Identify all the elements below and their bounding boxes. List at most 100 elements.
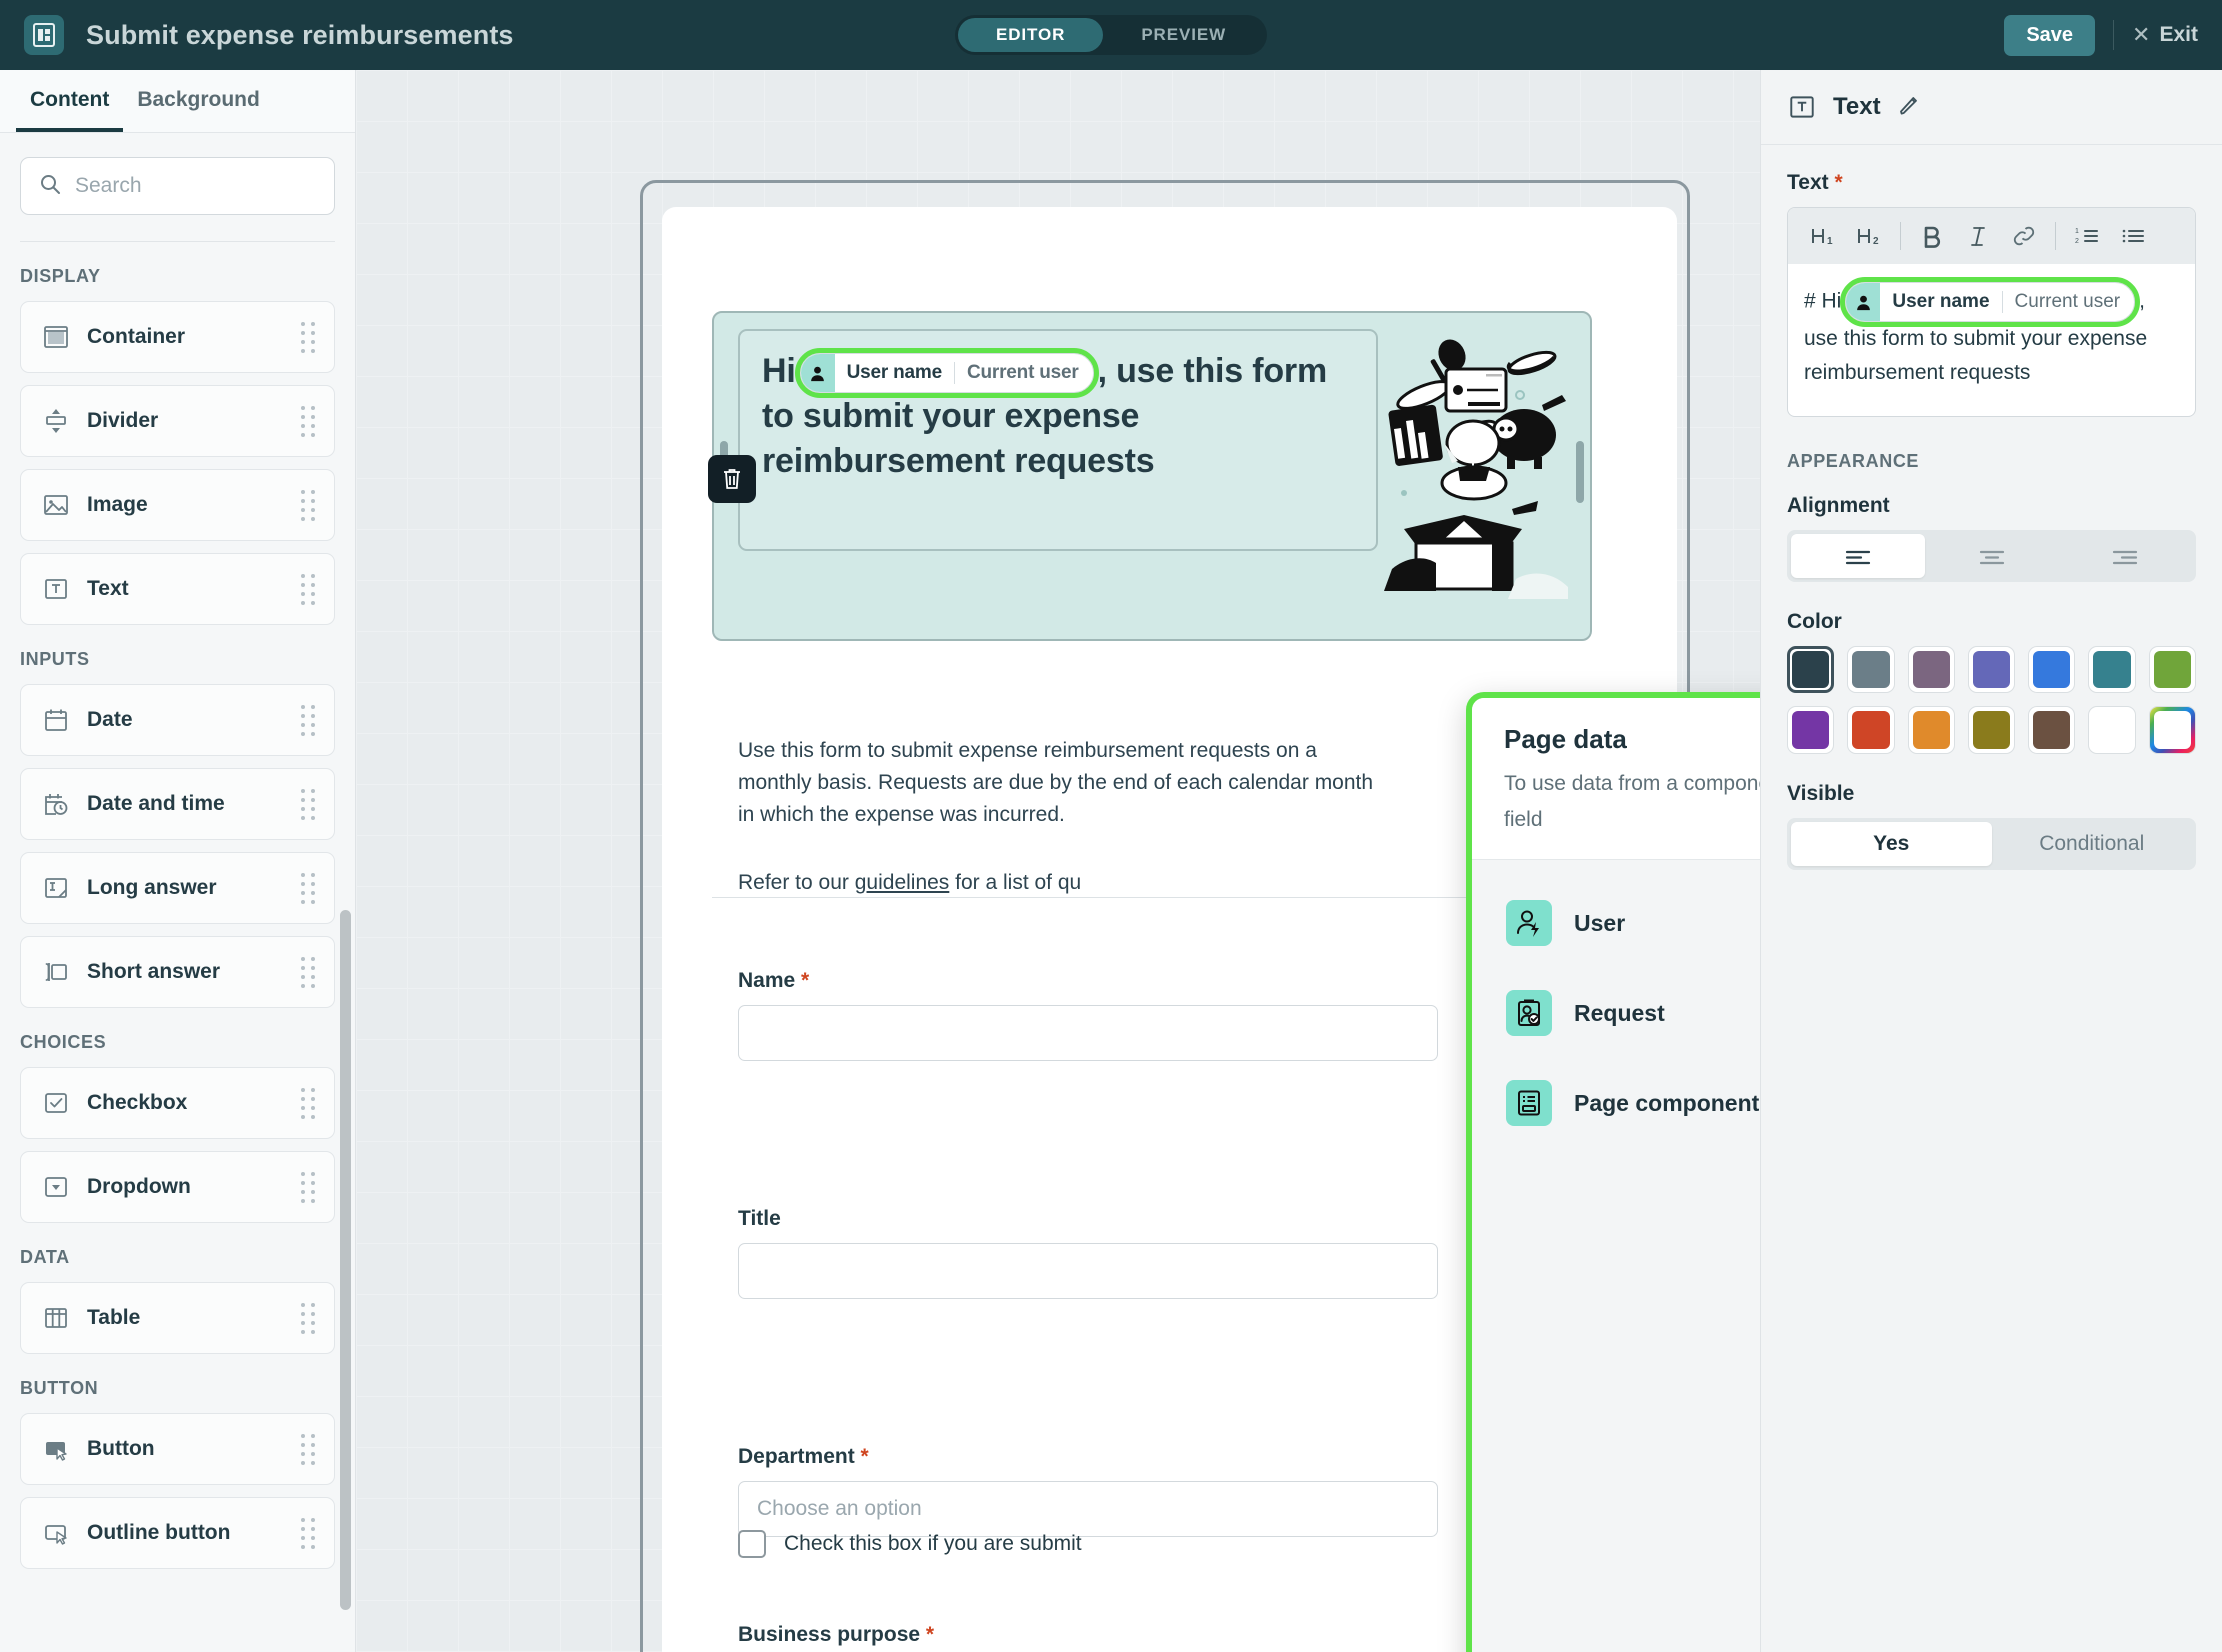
alignment-label: Alignment bbox=[1787, 494, 1890, 518]
color-swatch-custom[interactable] bbox=[2148, 706, 2197, 754]
save-button[interactable]: Save bbox=[2004, 14, 2096, 56]
page-body-copy: Use this form to submit expense reimburs… bbox=[738, 735, 1378, 899]
page-data-header: Page data To use data from a component, … bbox=[1472, 698, 1760, 860]
hero-heading-prefix: Hi bbox=[762, 352, 796, 390]
page-data-title: Page data bbox=[1504, 724, 1627, 754]
component-image[interactable]: Image bbox=[20, 469, 335, 541]
drag-handle-icon[interactable] bbox=[301, 405, 316, 437]
ordered-list-icon[interactable]: 1 2 bbox=[2064, 217, 2110, 255]
color-swatch-4[interactable] bbox=[2028, 646, 2076, 694]
page-data-item-page-components[interactable]: Page components › bbox=[1472, 1058, 1760, 1148]
text-input[interactable] bbox=[738, 1005, 1438, 1061]
component-divider[interactable]: Divider bbox=[20, 385, 335, 457]
color-swatch-5[interactable] bbox=[2088, 646, 2136, 694]
body-paragraph-2-pre: Refer to our bbox=[738, 870, 855, 894]
guidelines-link[interactable]: guidelines bbox=[855, 871, 950, 894]
bullet-list-icon[interactable] bbox=[2110, 217, 2156, 255]
search-box[interactable] bbox=[20, 157, 346, 215]
component-text[interactable]: Text bbox=[20, 553, 335, 625]
request-clipboard-icon bbox=[1506, 990, 1552, 1036]
component-outline-button[interactable]: Outline button bbox=[20, 1497, 335, 1569]
form-checkbox-row[interactable]: Check this box if you are submit bbox=[738, 1530, 1082, 1558]
page-data-item-user[interactable]: User › bbox=[1472, 878, 1760, 968]
component-dropdown[interactable]: Dropdown bbox=[20, 1151, 335, 1223]
group-title-button: BUTTON bbox=[20, 1378, 99, 1398]
drag-handle-icon[interactable] bbox=[301, 1087, 316, 1119]
visible-yes-button[interactable]: Yes bbox=[1791, 821, 1992, 866]
component-date[interactable]: Date bbox=[20, 684, 335, 756]
drag-handle-icon[interactable] bbox=[301, 872, 316, 904]
color-swatch-7[interactable] bbox=[1787, 706, 1835, 754]
drag-handle-icon[interactable] bbox=[301, 788, 316, 820]
delete-component-button[interactable] bbox=[708, 455, 756, 503]
sidebar-scrollbar[interactable] bbox=[340, 910, 351, 1610]
tab-content[interactable]: Content bbox=[16, 70, 124, 132]
color-swatch-1[interactable] bbox=[1847, 646, 1895, 694]
heading-1-button[interactable]: 1 bbox=[1800, 217, 1846, 255]
tab-background[interactable]: Background bbox=[123, 70, 274, 132]
field-label: Name * bbox=[738, 969, 1438, 993]
form-field-name: Name * bbox=[738, 969, 1438, 1061]
hero-banner[interactable]: Hi User name Current user, use this form t… bbox=[712, 311, 1592, 641]
drag-handle-icon[interactable] bbox=[301, 489, 316, 521]
tab-editor[interactable]: EDITOR bbox=[957, 18, 1104, 52]
italic-button[interactable] bbox=[1955, 217, 2001, 255]
color-swatch-11[interactable] bbox=[2028, 706, 2076, 754]
tab-preview[interactable]: PREVIEW bbox=[1103, 18, 1264, 52]
align-center-button[interactable] bbox=[1925, 534, 2059, 578]
drag-handle-icon[interactable] bbox=[301, 1433, 316, 1465]
color-swatch-6[interactable] bbox=[2148, 646, 2197, 694]
link-icon[interactable] bbox=[2001, 217, 2047, 255]
hero-text-selection[interactable]: Hi User name Current user, use this form t… bbox=[738, 329, 1378, 551]
group-title-inputs: INPUTS bbox=[20, 649, 90, 669]
color-swatch-8[interactable] bbox=[1847, 706, 1895, 754]
text-field-label-text: Text bbox=[1787, 171, 1829, 194]
drag-handle-icon[interactable] bbox=[301, 704, 316, 736]
datapill-name: User name bbox=[1892, 290, 1990, 312]
drag-handle-icon[interactable] bbox=[301, 573, 316, 605]
drag-handle-icon[interactable] bbox=[301, 1302, 316, 1334]
dropdown-input[interactable]: Choose an option bbox=[738, 1481, 1438, 1537]
drag-handle-icon[interactable] bbox=[301, 321, 316, 353]
component-button[interactable]: Button bbox=[20, 1413, 335, 1485]
component-table[interactable]: Table bbox=[20, 1282, 335, 1354]
text-input[interactable] bbox=[738, 1243, 1438, 1299]
drag-handle-icon[interactable] bbox=[301, 956, 316, 988]
pencil-icon[interactable] bbox=[1897, 93, 1921, 122]
color-swatch-12[interactable] bbox=[2088, 706, 2136, 754]
field-label-text: Department bbox=[738, 1445, 855, 1468]
component-long-answer[interactable]: Long answer bbox=[20, 852, 335, 924]
required-asterisk: * bbox=[854, 1445, 869, 1468]
component-short-answer[interactable]: Short answer bbox=[20, 936, 335, 1008]
short-answer-icon bbox=[39, 955, 73, 989]
color-swatch-3[interactable] bbox=[1967, 646, 2016, 694]
align-right-button[interactable] bbox=[2058, 534, 2192, 578]
visible-conditional-button[interactable]: Conditional bbox=[1992, 822, 2193, 866]
component-container[interactable]: Container bbox=[20, 301, 335, 373]
drag-handle-icon[interactable] bbox=[301, 1171, 316, 1203]
drag-handle-icon[interactable] bbox=[301, 1517, 316, 1549]
bold-button[interactable] bbox=[1909, 217, 1955, 255]
exit-button[interactable]: ✕ Exit bbox=[2132, 22, 2198, 48]
checkbox-input[interactable] bbox=[738, 1530, 766, 1558]
page-data-subtitle-pre: To use data from a component, drag its bbox=[1504, 772, 1760, 795]
heading-2-button[interactable]: 2 bbox=[1846, 217, 1892, 255]
page-data-item-request[interactable]: Request › bbox=[1472, 968, 1760, 1058]
datapill-user-name[interactable]: User name Current user bbox=[1840, 277, 2141, 327]
color-swatch-0[interactable] bbox=[1787, 646, 1835, 694]
color-swatch-9[interactable] bbox=[1907, 706, 1955, 754]
component-date-and-time[interactable]: Date and time bbox=[20, 768, 335, 840]
component-checkbox[interactable]: Checkbox bbox=[20, 1067, 335, 1139]
component-label: Divider bbox=[87, 409, 159, 432]
align-left-button[interactable] bbox=[1791, 534, 1925, 579]
datapill-user-name[interactable]: User name Current user bbox=[794, 348, 1099, 399]
app-logo-icon bbox=[24, 15, 64, 55]
table-icon bbox=[39, 1301, 73, 1335]
app-root: Submit expense reimbursements EDITOR PRE… bbox=[0, 0, 2222, 1652]
search-input[interactable] bbox=[75, 174, 346, 198]
editor-textarea[interactable]: # Hi User name Current user, use this form… bbox=[1788, 264, 2195, 416]
sidebar-divider bbox=[20, 241, 335, 242]
color-swatch-2[interactable] bbox=[1907, 646, 1955, 694]
section-divider-1 bbox=[712, 897, 1592, 898]
color-swatch-10[interactable] bbox=[1967, 706, 2016, 754]
